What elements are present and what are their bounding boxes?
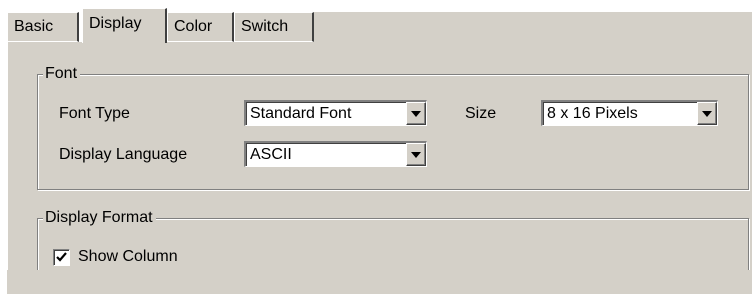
tab-strip: Basic Display Color Switch: [7, 8, 752, 43]
font-type-label: Font Type: [59, 105, 130, 122]
display-language-dropdown-button[interactable]: [406, 143, 426, 166]
display-language-dropdown[interactable]: ASCII: [244, 141, 427, 167]
size-label: Size: [465, 105, 497, 122]
tab-color[interactable]: Color: [167, 12, 234, 42]
panel-bottom-edge: [7, 270, 752, 294]
display-format-group-title: Display Format: [43, 208, 156, 228]
tab-display[interactable]: Display: [82, 8, 167, 43]
size-dropdown-button[interactable]: [697, 102, 717, 125]
tab-switch[interactable]: Switch: [234, 12, 314, 42]
tab-switch-label: Switch: [241, 18, 289, 35]
show-column-label[interactable]: Show Column: [78, 247, 178, 267]
size-value: 8 x 16 Pixels: [547, 105, 638, 122]
tab-basic[interactable]: Basic: [7, 12, 79, 42]
font-group: Font: [37, 64, 749, 190]
chevron-down-icon: [702, 111, 712, 117]
font-group-title: Font: [43, 64, 81, 84]
font-type-dropdown-button[interactable]: [406, 102, 426, 125]
font-type-value: Standard Font: [250, 105, 352, 122]
display-language-value: ASCII: [250, 146, 292, 163]
show-column-checkbox[interactable]: [53, 249, 70, 266]
size-dropdown[interactable]: 8 x 16 Pixels: [541, 100, 718, 126]
tab-strip-background: [314, 12, 752, 42]
chevron-down-icon: [411, 152, 421, 158]
chevron-down-icon: [411, 111, 421, 117]
tab-color-label: Color: [174, 18, 213, 35]
tab-basic-label: Basic: [14, 18, 54, 35]
dialog-window: Font Font Type Standard Font Size 8 x 16…: [0, 0, 752, 294]
tab-page-display: Font Font Type Standard Font Size 8 x 16…: [7, 41, 752, 276]
checkmark-icon: [56, 252, 67, 262]
font-type-dropdown[interactable]: Standard Font: [244, 100, 427, 126]
display-language-label: Display Language: [59, 146, 188, 163]
tab-display-label: Display: [89, 15, 142, 32]
